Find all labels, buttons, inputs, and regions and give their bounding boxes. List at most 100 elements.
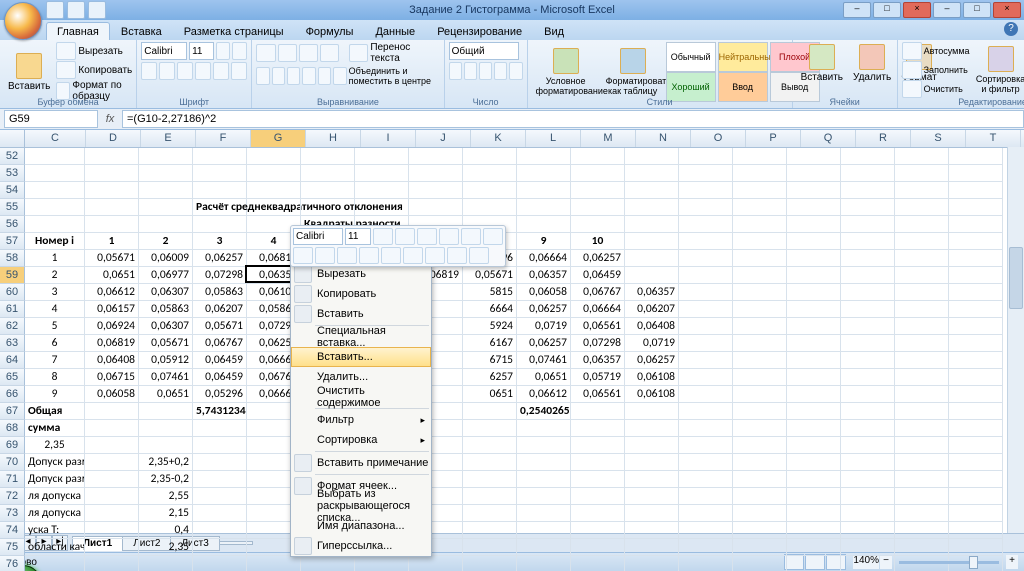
col-header-S[interactable]: S [911,130,966,147]
mini-shrink-icon[interactable] [395,228,415,245]
font-name-combo[interactable]: Calibri [141,42,187,60]
cell[interactable] [841,386,895,403]
cell[interactable]: 0,07461 [139,369,193,386]
cell[interactable] [895,233,949,250]
cell[interactable]: 2,55 [139,488,193,505]
cell[interactable] [895,352,949,369]
cell[interactable] [679,505,733,522]
cell[interactable]: 0,06459 [571,267,625,284]
mini-comma-icon[interactable] [461,228,481,245]
cell[interactable] [787,352,841,369]
cell[interactable] [679,369,733,386]
cell[interactable] [841,199,895,216]
ctx-выбрать-из-раскрывающегося-списка-[interactable]: Выбрать из раскрывающегося списка... [291,496,431,516]
cell[interactable]: 5815 [463,284,517,301]
cell[interactable] [949,369,1003,386]
cell[interactable] [733,284,787,301]
cell[interactable] [733,556,787,571]
row-header[interactable]: 71 [0,471,25,488]
cell[interactable] [787,437,841,454]
cell[interactable] [679,556,733,571]
cell[interactable]: 1 [25,250,85,267]
cell[interactable] [85,437,139,454]
cell[interactable] [193,216,247,233]
cell[interactable] [301,556,355,571]
cell[interactable] [193,471,247,488]
align-mid-icon[interactable] [278,44,297,62]
cell[interactable] [193,437,247,454]
col-header-N[interactable]: N [636,130,691,147]
cell[interactable] [841,505,895,522]
mini-size-combo[interactable]: 11 [345,228,371,245]
cell[interactable]: сумма [25,420,85,437]
col-header-H[interactable]: H [306,130,361,147]
cell[interactable]: 0,06207 [193,301,247,318]
cell[interactable]: 0,05671 [139,335,193,352]
cell[interactable] [679,471,733,488]
cell[interactable] [733,522,787,539]
cell[interactable] [895,556,949,571]
cell[interactable] [517,556,571,571]
row-header[interactable]: 74 [0,522,25,539]
cell[interactable] [463,199,517,216]
style-neutral[interactable]: Нейтральный [718,42,768,72]
cell[interactable]: 6167 [463,335,517,352]
qat-redo-icon[interactable] [88,1,106,19]
cell[interactable] [733,352,787,369]
cell[interactable] [841,488,895,505]
cell[interactable] [895,318,949,335]
paste-button[interactable]: Вставить [4,51,54,94]
cell[interactable] [85,539,139,556]
orient-icon[interactable] [320,44,339,62]
col-header-L[interactable]: L [526,130,581,147]
font-color-icon[interactable] [231,62,247,80]
fill-button[interactable]: Заполнить [902,61,970,79]
cell[interactable] [139,437,193,454]
cell[interactable] [25,182,85,199]
row-header[interactable]: 54 [0,182,25,199]
select-all-corner[interactable] [0,130,25,147]
cell[interactable] [949,182,1003,199]
cell[interactable] [679,182,733,199]
cell[interactable]: 0,0719 [517,318,571,335]
row-header[interactable]: 61 [0,301,25,318]
cell[interactable]: 0,06307 [139,284,193,301]
cell[interactable] [571,148,625,165]
cell[interactable] [571,522,625,539]
cell[interactable]: 3 [25,284,85,301]
cell[interactable] [517,471,571,488]
cell[interactable] [517,539,571,556]
cell[interactable]: 5924 [463,318,517,335]
cell[interactable] [409,556,463,571]
row-header[interactable]: 60 [0,284,25,301]
cell[interactable] [895,471,949,488]
cell[interactable] [949,437,1003,454]
indent-inc-icon[interactable] [318,67,331,85]
cell[interactable]: 2,35-0,2 [139,471,193,488]
cell[interactable] [85,165,139,182]
cell[interactable] [949,454,1003,471]
cell[interactable] [949,403,1003,420]
cell[interactable]: ля допуска LSL: [25,505,85,522]
cell[interactable] [733,437,787,454]
row-header[interactable]: 76 [0,556,25,571]
cell[interactable] [85,454,139,471]
help-icon[interactable]: ? [1004,22,1018,36]
col-header-D[interactable]: D [86,130,141,147]
cell[interactable] [625,539,679,556]
border-icon[interactable] [195,62,211,80]
cell[interactable] [787,182,841,199]
align-center-icon[interactable] [272,67,285,85]
cell[interactable] [625,267,679,284]
tab-insert[interactable]: Вставка [110,22,173,40]
cell[interactable] [25,148,85,165]
col-header-K[interactable]: K [471,130,526,147]
cell[interactable] [841,267,895,284]
cell[interactable] [787,556,841,571]
office-button[interactable] [4,2,42,40]
cell[interactable] [85,505,139,522]
cell[interactable]: 2 [139,233,193,250]
cell[interactable] [895,505,949,522]
cell[interactable] [571,471,625,488]
cell[interactable]: 0,05863 [139,301,193,318]
